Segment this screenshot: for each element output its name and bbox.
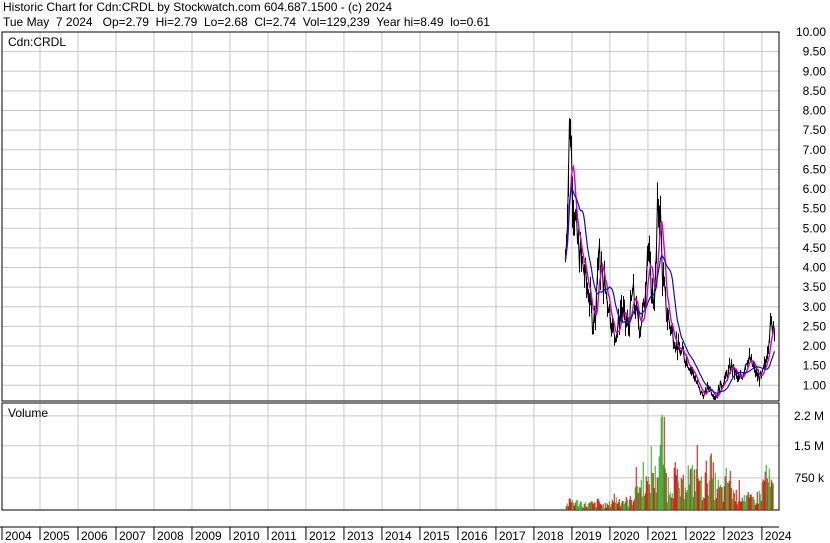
year-tick-label: 2016 [461, 529, 488, 543]
volume-label: Volume [8, 406, 48, 420]
price-tick-label: 6.00 [803, 182, 827, 196]
year-tick-label: 2018 [537, 529, 564, 543]
year-tick-label: 2024 [765, 529, 792, 543]
price-tick-label: 4.00 [803, 261, 827, 275]
price-tick-label: 4.50 [803, 241, 827, 255]
symbol-label: Cdn:CRDL [8, 35, 66, 49]
year-tick-label: 2014 [385, 529, 412, 543]
year-tick-label: 2011 [271, 529, 297, 543]
price-tick-label: 2.50 [803, 319, 827, 333]
price-tick-label: 7.50 [803, 123, 827, 137]
price-axis: 1.00 1.50 2.00 2.50 3.00 3.50 4.00 4.50 5.00 5.50… [796, 25, 826, 392]
price-tick-label: 9.50 [803, 45, 827, 59]
year-tick-label: 2013 [347, 529, 374, 543]
volume-tick-label: 2.2 M [794, 409, 824, 423]
year-tick-label: 2010 [233, 529, 260, 543]
price-bars [564, 118, 775, 400]
year-tick-label: 2023 [727, 529, 754, 543]
volume-tick-label: 1.5 M [794, 439, 824, 453]
volume-axis: 750 k 1.5 M 2.2 M [794, 409, 825, 485]
volume-tick-label: 750 k [795, 471, 825, 485]
price-tick-label: 5.50 [803, 202, 827, 216]
price-tick-label: 10.00 [796, 25, 826, 39]
price-line [564, 120, 775, 400]
year-tick-label: 2017 [499, 529, 526, 543]
price-tick-label: 3.00 [803, 300, 827, 314]
year-tick-label: 2007 [119, 529, 146, 543]
year-tick-label: 2004 [5, 529, 32, 543]
price-tick-label: 1.50 [803, 359, 827, 373]
year-tick-label: 2022 [689, 529, 716, 543]
year-tick-label: 2021 [651, 529, 678, 543]
price-tick-label: 2.00 [803, 339, 827, 353]
year-axis: 2004 2005 2006 2007 2008 2009 2010 2011 2012 2013… [1, 527, 792, 543]
year-tick-label: 2019 [575, 529, 602, 543]
price-tick-label: 8.50 [803, 84, 827, 98]
volume-bars [565, 415, 774, 510]
price-tick-label: 5.00 [803, 221, 827, 235]
price-tick-label: 9.00 [803, 64, 827, 78]
year-tick-label: 2020 [613, 529, 640, 543]
year-tick-label: 2005 [43, 529, 70, 543]
price-tick-label: 3.50 [803, 280, 827, 294]
year-tick-label: 2008 [157, 529, 184, 543]
price-tick-label: 6.50 [803, 162, 827, 176]
price-grid [1, 31, 779, 401]
year-tick-label: 2015 [423, 529, 450, 543]
price-tick-label: 1.00 [803, 378, 827, 392]
year-tick-label: 2006 [81, 529, 108, 543]
stock-chart: 1.00 1.50 2.00 2.50 3.00 3.50 4.00 4.50 5.00 5.50… [0, 25, 826, 543]
price-tick-label: 7.00 [803, 143, 827, 157]
price-tick-label: 8.00 [803, 104, 827, 118]
year-tick-label: 2012 [309, 529, 336, 543]
year-tick-label: 2009 [195, 529, 222, 543]
